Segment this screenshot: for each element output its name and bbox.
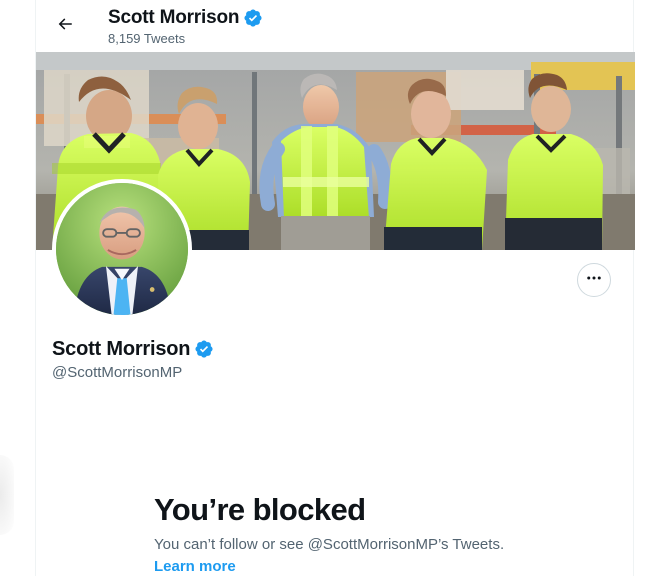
blocked-description: You can’t follow or see @ScottMorrisonMP… — [154, 536, 505, 553]
profile-header-bar: Scott Morrison 8,159 Tweets — [36, 0, 633, 52]
profile-avatar[interactable] — [52, 179, 192, 319]
header-profile-name: Scott Morrison — [108, 7, 240, 28]
profile-handle: @ScottMorrisonMP — [52, 364, 183, 381]
arrow-left-icon — [56, 15, 74, 38]
verified-badge-icon — [194, 339, 214, 359]
profile-column: Scott Morrison 8,159 Tweets Scott Morris… — [35, 0, 635, 576]
header-title-row: Scott Morrison — [108, 6, 263, 29]
tweet-count: 8,159 Tweets — [108, 31, 186, 46]
profile-identity: Scott Morrison @ScottMorrisonMP — [52, 337, 214, 383]
verified-badge-icon — [243, 8, 263, 28]
left-edge-shadow — [0, 455, 14, 535]
header-title-block: Scott Morrison 8,159 Tweets — [108, 6, 263, 47]
learn-more-link[interactable]: Learn more — [154, 557, 236, 576]
back-button[interactable] — [48, 9, 82, 43]
twitter-profile-screen: Scott Morrison 8,159 Tweets Scott Morris… — [0, 0, 659, 576]
blocked-message-panel: You’re blocked You can’t follow or see @… — [154, 491, 534, 576]
more-horizontal-icon — [585, 269, 603, 292]
profile-name-row: Scott Morrison — [52, 337, 214, 361]
more-options-button[interactable] — [577, 263, 611, 297]
profile-name: Scott Morrison — [52, 338, 191, 360]
blocked-title: You’re blocked — [154, 492, 366, 527]
